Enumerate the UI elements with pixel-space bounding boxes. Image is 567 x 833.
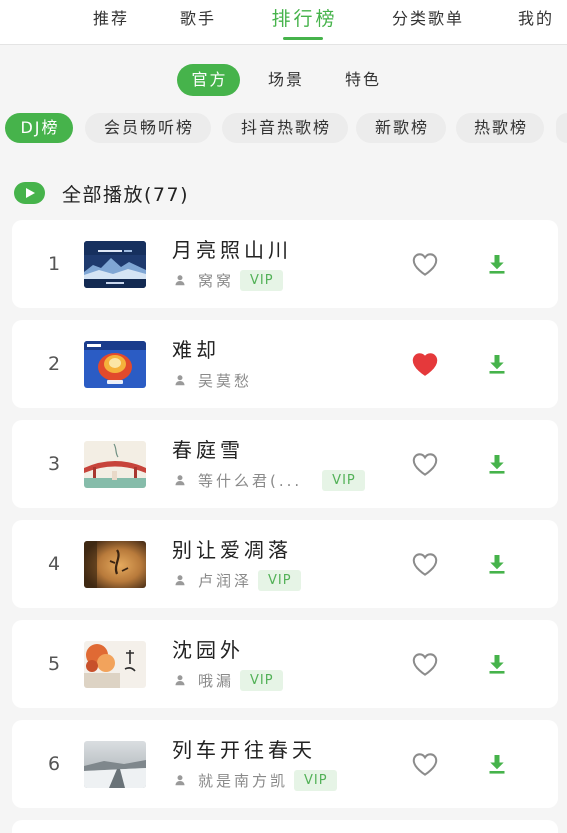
heart-icon <box>412 253 438 276</box>
vip-badge: VIP <box>240 669 283 691</box>
song-card[interactable]: 2 难却 吴莫愁 <box>12 320 558 408</box>
tab-mine[interactable]: 我的 <box>503 0 567 38</box>
chip-partial-offscreen[interactable] <box>556 113 567 143</box>
play-all-button[interactable]: 全部播放(77) <box>14 179 189 207</box>
song-artist: 哦漏 <box>198 671 235 690</box>
like-button[interactable] <box>410 751 440 777</box>
album-cover <box>84 241 146 288</box>
album-cover-art <box>84 741 146 788</box>
song-title: 沈园外 <box>172 638 244 662</box>
play-icon[interactable] <box>14 182 45 204</box>
download-button[interactable] <box>485 253 509 275</box>
album-cover <box>84 741 146 788</box>
song-title: 春庭雪 <box>172 438 244 462</box>
song-artist: 卢润泽 <box>198 571 253 590</box>
song-card[interactable]: 3 春庭雪 等什么君(... VIP <box>12 420 558 508</box>
album-cover-art <box>84 641 146 688</box>
download-button[interactable] <box>485 653 509 675</box>
person-icon <box>175 475 185 486</box>
song-artist: 窝窝 <box>198 271 235 290</box>
tab-label: 分类歌单 <box>391 9 464 28</box>
download-icon <box>489 755 505 774</box>
album-cover-art <box>84 541 146 588</box>
like-button[interactable] <box>410 351 440 377</box>
album-cover <box>84 541 146 588</box>
download-button[interactable] <box>485 353 509 375</box>
song-meta: 吴莫愁 <box>172 369 252 391</box>
album-cover-art <box>84 441 146 488</box>
tab-label: 排行榜 <box>271 8 338 30</box>
top-nav: 推荐 歌手 排行榜 分类歌单 我的 <box>0 0 567 45</box>
chip-vip-chart[interactable]: 会员畅听榜 <box>85 113 211 143</box>
heart-icon <box>412 453 438 476</box>
play-all-label: 全部播放(77) <box>62 183 190 206</box>
like-button[interactable] <box>410 451 440 477</box>
tab-recommend[interactable]: 推荐 <box>78 0 142 38</box>
song-artist: 等什么君(... <box>198 471 303 490</box>
tab-label: 我的 <box>517 9 554 28</box>
heart-icon <box>412 653 438 676</box>
song-artist: 就是南方凯 <box>198 771 289 790</box>
download-button[interactable] <box>485 453 509 475</box>
person-icon <box>175 375 185 386</box>
song-meta: 等什么君(... VIP <box>172 469 365 491</box>
pill-official[interactable]: 官方 <box>177 64 240 96</box>
download-icon <box>489 255 505 274</box>
song-meta: 窝窝 VIP <box>172 269 283 291</box>
chip-dj-chart[interactable]: DJ榜 <box>5 113 73 143</box>
tab-label: 推荐 <box>92 9 129 28</box>
album-cover <box>84 641 146 688</box>
song-title: 别让爱凋落 <box>172 538 292 562</box>
tab-label: 歌手 <box>179 9 216 28</box>
vip-badge: VIP <box>258 569 301 591</box>
heart-icon <box>412 553 438 576</box>
tab-charts[interactable]: 排行榜 <box>263 0 343 40</box>
vip-badge: VIP <box>240 269 283 291</box>
download-button[interactable] <box>485 753 509 775</box>
album-cover-art <box>84 341 146 388</box>
person-icon <box>175 275 185 286</box>
play-triangle <box>26 188 35 198</box>
song-title: 列车开往春天 <box>172 738 316 762</box>
heart-icon <box>412 753 438 776</box>
active-tab-indicator <box>283 37 323 40</box>
like-button[interactable] <box>410 651 440 677</box>
download-icon <box>489 655 505 674</box>
download-icon <box>489 355 505 374</box>
heart-icon <box>412 353 438 376</box>
chip-douyin-chart[interactable]: 抖音热歌榜 <box>222 113 348 143</box>
song-meta: 卢润泽 VIP <box>172 569 301 591</box>
person-icon <box>175 575 185 586</box>
song-meta: 就是南方凯 VIP <box>172 769 337 791</box>
song-card[interactable]: 5 沈园外 哦漏 VIP <box>12 620 558 708</box>
like-button[interactable] <box>410 251 440 277</box>
chip-hot-songs-chart[interactable]: 热歌榜 <box>456 113 544 143</box>
song-artist: 吴莫愁 <box>198 371 253 390</box>
album-cover-art <box>84 241 146 288</box>
album-cover <box>84 341 146 388</box>
tab-singers[interactable]: 歌手 <box>165 0 229 38</box>
vip-badge: VIP <box>322 469 365 491</box>
download-icon <box>489 555 505 574</box>
pill-scene[interactable]: 场景 <box>257 64 313 96</box>
like-button[interactable] <box>410 551 440 577</box>
chip-new-songs-chart[interactable]: 新歌榜 <box>356 113 446 143</box>
song-card[interactable]: 4 别让爱凋落 卢润泽 VIP <box>12 520 558 608</box>
download-icon <box>489 455 505 474</box>
song-card-partial[interactable] <box>12 820 558 833</box>
download-button[interactable] <box>485 553 509 575</box>
album-cover <box>84 441 146 488</box>
song-title: 月亮照山川 <box>172 238 292 262</box>
person-icon <box>175 675 185 686</box>
pill-feature[interactable]: 特色 <box>334 64 390 96</box>
song-meta: 哦漏 VIP <box>172 669 283 691</box>
song-title: 难却 <box>172 338 220 362</box>
song-card[interactable]: 1 月亮照山川 窝窝 VIP <box>12 220 558 308</box>
tab-playlists[interactable]: 分类歌单 <box>382 0 472 38</box>
song-card[interactable]: 6 列车开往春天 就是南方凯 VIP <box>12 720 558 808</box>
person-icon <box>175 775 185 786</box>
vip-badge: VIP <box>294 769 337 791</box>
